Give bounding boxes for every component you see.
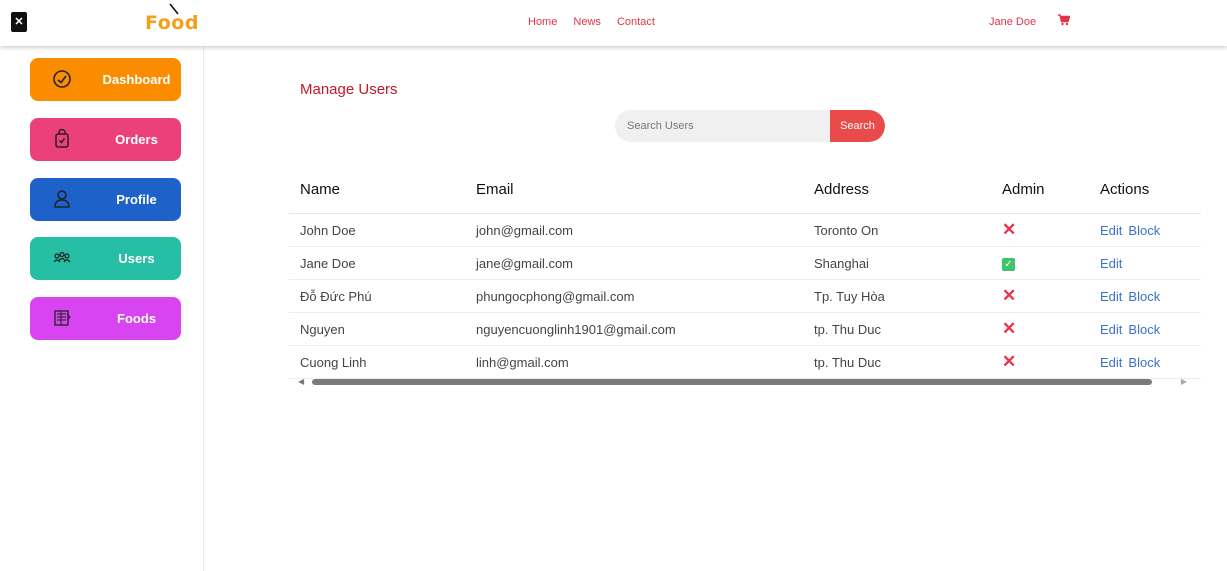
cell-name: Nguyen <box>289 312 465 346</box>
cell-admin: ✓ <box>991 246 1089 280</box>
user-icon <box>54 190 70 208</box>
nav-contact-link[interactable]: Contact <box>617 16 655 28</box>
sidebar-item-foods[interactable]: Foods <box>30 297 181 340</box>
cross-icon: ✕ <box>1002 319 1017 338</box>
cell-admin: ✕ <box>991 279 1089 313</box>
cell-actions: Edit <box>1089 246 1201 280</box>
cell-actions: Edit Block <box>1089 279 1201 313</box>
block-link[interactable]: Block <box>1128 223 1160 238</box>
sidebar-item-orders[interactable]: Orders <box>30 118 181 161</box>
cart-icon[interactable] <box>1058 14 1070 26</box>
table-row: John Doe john@gmail.com Toronto On ✕ Edi… <box>289 213 1201 247</box>
cross-icon: ✕ <box>1002 286 1017 305</box>
nav-home-link[interactable]: Home <box>528 16 557 28</box>
food-icon <box>54 310 71 326</box>
cell-address: Tp. Tuy Hòa <box>803 279 991 313</box>
nav-news-link[interactable]: News <box>573 16 601 28</box>
edit-link[interactable]: Edit <box>1100 256 1122 271</box>
edit-link[interactable]: Edit <box>1100 322 1122 337</box>
search-input[interactable] <box>615 110 830 142</box>
cell-admin: ✕ <box>991 213 1089 247</box>
sidebar-item-label: Users <box>118 251 155 266</box>
header-actions: Actions <box>1089 166 1201 214</box>
block-link[interactable]: Block <box>1128 289 1160 304</box>
sidebar-item-label: Dashboard <box>102 72 171 87</box>
table-row: Đỗ Đức Phú phungocphong@gmail.com Tp. Tu… <box>289 279 1201 313</box>
sidebar-item-profile[interactable]: Profile <box>30 178 181 221</box>
cell-name: John Doe <box>289 213 465 247</box>
sidebar-item-label: Orders <box>115 132 158 147</box>
cell-address: tp. Thu Duc <box>803 312 991 346</box>
block-link[interactable]: Block <box>1128 322 1160 337</box>
cross-icon: ✕ <box>1002 352 1017 371</box>
shopping-bag-icon <box>55 129 69 148</box>
cell-email: phungocphong@gmail.com <box>465 279 803 313</box>
page-title: Manage Users <box>300 81 398 98</box>
header-admin: Admin <box>991 166 1089 214</box>
sidebar-item-label: Profile <box>116 192 157 207</box>
speedometer-icon <box>53 70 71 88</box>
close-icon[interactable]: ✕ <box>11 12 27 32</box>
cell-name: Jane Doe <box>289 246 465 280</box>
header-address: Address <box>803 166 991 214</box>
top-navbar: ✕ Food Home News Contact Jane Doe <box>0 0 1227 46</box>
block-link[interactable]: Block <box>1128 355 1160 370</box>
table-header-row: Name Email Address Admin Actions <box>289 166 1201 214</box>
header-name: Name <box>289 166 465 214</box>
cell-address: Toronto On <box>803 213 991 247</box>
cell-email: john@gmail.com <box>465 213 803 247</box>
scrollbar-thumb[interactable] <box>312 379 1152 385</box>
table-row: Nguyen nguyencuonglinh1901@gmail.com tp.… <box>289 312 1201 346</box>
cell-admin: ✕ <box>991 345 1089 379</box>
search-bar: Search <box>615 110 885 142</box>
cell-address: tp. Thu Duc <box>803 345 991 379</box>
cross-icon: ✕ <box>1002 220 1017 239</box>
scroll-right-icon[interactable]: ▶ <box>1181 377 1187 386</box>
cell-admin: ✕ <box>991 312 1089 346</box>
edit-link[interactable]: Edit <box>1100 355 1122 370</box>
table-row: Cuong Linh linh@gmail.com tp. Thu Duc ✕ … <box>289 345 1201 379</box>
user-name-link[interactable]: Jane Doe <box>989 16 1036 28</box>
users-table: Name Email Address Admin Actions John Do… <box>289 166 1201 379</box>
cell-actions: Edit Block <box>1089 345 1201 379</box>
cell-email: jane@gmail.com <box>465 246 803 280</box>
cell-email: nguyencuonglinh1901@gmail.com <box>465 312 803 346</box>
logo-drumstick-icon <box>169 3 179 15</box>
edit-link[interactable]: Edit <box>1100 223 1122 238</box>
main-nav: Home News Contact <box>528 16 668 28</box>
checkbox-checked-icon: ✓ <box>1002 258 1015 271</box>
cell-name: Cuong Linh <box>289 345 465 379</box>
scroll-left-icon[interactable]: ◀ <box>298 377 304 386</box>
table-row: Jane Doe jane@gmail.com Shanghai ✓ Edit <box>289 246 1201 280</box>
users-group-icon <box>53 251 71 263</box>
sidebar-item-users[interactable]: Users <box>30 237 181 280</box>
cell-name: Đỗ Đức Phú <box>289 279 465 313</box>
sidebar-item-dashboard[interactable]: Dashboard <box>30 58 181 101</box>
search-button[interactable]: Search <box>830 110 885 142</box>
cell-address: Shanghai <box>803 246 991 280</box>
header-email: Email <box>465 166 803 214</box>
sidebar-item-label: Foods <box>117 311 156 326</box>
cell-actions: Edit Block <box>1089 213 1201 247</box>
horizontal-scrollbar[interactable]: ◀ ▶ <box>298 377 1201 387</box>
cell-email: linh@gmail.com <box>465 345 803 379</box>
logo[interactable]: Food <box>145 3 199 36</box>
edit-link[interactable]: Edit <box>1100 289 1122 304</box>
cell-actions: Edit Block <box>1089 312 1201 346</box>
sidebar: Dashboard Orders Profile Users Foods <box>0 46 204 571</box>
